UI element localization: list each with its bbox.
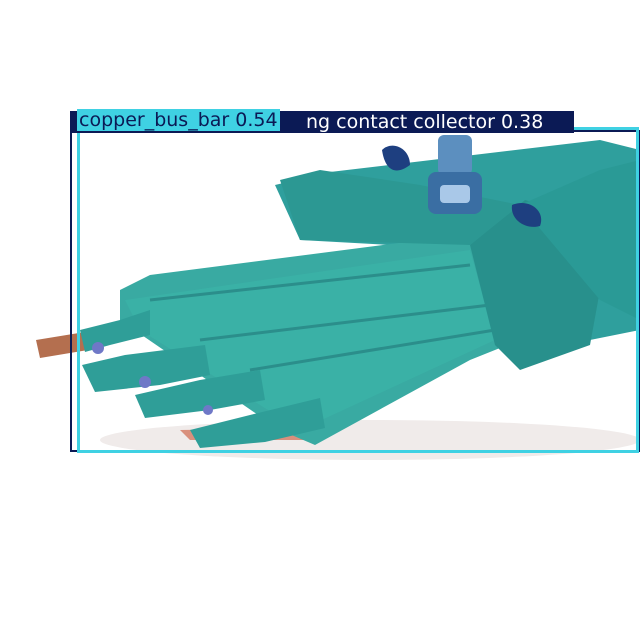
bbox-copper-bus-bar xyxy=(77,127,639,453)
label-contact-collector-text: ng contact collector 0.38 xyxy=(306,111,544,133)
label-copper-bus-bar: copper_bus_bar 0.54 xyxy=(77,109,280,131)
